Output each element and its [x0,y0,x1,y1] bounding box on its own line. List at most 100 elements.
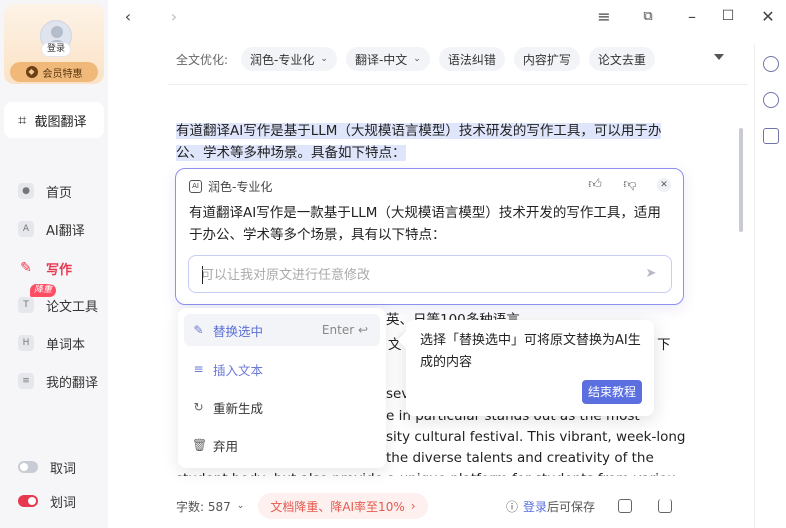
sidebar-item-label: 写作 [46,262,73,278]
toggle-word-pick[interactable]: 取词 [18,457,76,477]
promo-text: 文档降重、降AI率至10% [270,499,405,514]
optimize-toolbar: 全文优化: 润色-专业化 ⌄ 翻译-中文 ⌄ 语法纠错 内容扩写 论文去重 [176,46,655,72]
sidebar-item-label: AI翻译 [46,223,85,239]
popup-mode-label: 润色-专业化 [208,180,273,194]
maximize-button[interactable]: ☐ [718,6,738,26]
toggle-label: 划词 [50,495,77,511]
chip-polish-professional[interactable]: 润色-专业化 ⌄ [241,47,337,71]
chevron-right-icon: › [170,6,178,26]
doc-fragment: student body, but also provide a unique … [176,468,676,476]
sidebar-item-ai-translate[interactable]: A AI翻译 [18,219,85,239]
avatar-head-shape [51,26,63,38]
user-card[interactable]: 登录 ◆ 会员特惠 [4,4,104,84]
replace-icon: ✎ [193,323,204,337]
chevron-down-icon: ⌄ [413,54,421,64]
thumbs-up-icon[interactable]: 👍︎ [587,177,603,193]
back-button[interactable]: ‹ [118,6,138,26]
sidebar-item-label: 论文工具 [46,299,99,315]
close-window-button[interactable]: ✕ [758,6,778,26]
login-button[interactable]: 登录 [41,42,71,57]
menu-button[interactable]: ≡ [594,6,614,26]
toolbar-divider [168,84,748,85]
screenshot-translate-button[interactable]: ⌗ 截图翻译 [4,102,104,138]
crop-icon: ⌗ [18,111,27,129]
ai-suggestion-popup: AI 润色-专业化 👍︎ 👎︎ ✕ 有道翻译AI写作是一款基于LLM（大规模语言… [175,168,684,305]
save-hint-text: 后可保存 [547,499,596,514]
dedup-promo-button[interactable]: 文档降重、降AI率至10% › [258,493,428,519]
new-document-icon[interactable] [763,56,779,72]
toggle-selection-translate[interactable]: 划词 [18,491,76,511]
minimize-button[interactable]: – [682,6,702,26]
app-window: 登录 ◆ 会员特惠 ⌗ 截图翻译 ● 首页 A AI翻译 ✎ 写作 降重 T 论… [0,0,786,528]
chevron-left-icon: ‹ [124,6,132,26]
send-icon[interactable]: ➤ [643,266,659,282]
word-pick-switch[interactable] [18,461,38,473]
maximize-icon: ☐ [721,8,735,24]
menu-item-label: 重新生成 [213,400,264,416]
regenerate-icon: ↻ [193,400,204,414]
right-rail [754,44,786,528]
sidebar-item-thesis-tools[interactable]: T 论文工具 [18,295,98,315]
end-tutorial-button[interactable]: 结束教程 [582,380,642,404]
chip-label: 翻译-中文 [354,52,408,67]
insert-icon: ≡ [193,362,204,376]
menu-item-label: 替换选中 [213,323,264,339]
mini-mode-button[interactable]: ⧉ [638,6,658,26]
instruction-input-box[interactable]: ➤ [188,255,672,293]
enter-shortcut: Enter ↩ [321,323,368,337]
sidebar-item-my-translations[interactable]: ≡ 我的翻译 [18,371,98,391]
wordbook-icon: H [18,335,34,351]
chip-content-expand[interactable]: 内容扩写 [513,47,580,71]
chip-label: 润色-专业化 [250,52,315,67]
thumbs-down-icon[interactable]: 👎︎ [622,177,638,193]
forward-button[interactable]: › [164,6,184,26]
tutorial-tooltip: 选择「替换选中」可将原文替换为AI生成的内容 结束教程 [406,320,654,416]
share-icon[interactable] [658,499,672,513]
popup-result-text: 有道翻译AI写作是一款基于LLM（大规模语言模型）技术开发的写作工具，适用于办公… [189,205,661,243]
chip-translate-chinese[interactable]: 翻译-中文 ⌄ [345,47,430,71]
chip-label: 语法纠错 [447,52,496,67]
word-count: 字数: 587 [176,499,231,514]
chip-paper-dedup[interactable]: 论文去重 [588,47,655,71]
menu-item-label: 插入文本 [213,362,264,378]
sidebar-item-home[interactable]: ● 首页 [18,181,72,201]
chevron-down-icon: ⌄ [320,54,328,64]
toggle-label: 取词 [50,461,77,477]
toolbar-more-icon[interactable] [714,54,724,60]
menu-item-regenerate[interactable]: ↻ 重新生成 [184,391,380,423]
sidebar-item-label: 单词本 [46,337,86,353]
selection-translate-switch[interactable] [18,495,38,507]
vip-offer-button[interactable]: ◆ 会员特惠 [10,62,98,82]
sidebar-item-label: 我的翻译 [46,375,99,391]
login-link[interactable]: 登录 [523,498,547,515]
document-editor[interactable]: 有道翻译AI写作是基于LLM（大规模语言模型）技术研发的写作工具，可以用于办公、… [176,120,676,164]
sidebar-item-writing[interactable]: ✎ 写作 [18,258,72,278]
close-popup-button[interactable]: ✕ [657,178,671,192]
history-icon[interactable] [763,92,779,108]
sidebar-item-wordbook[interactable]: H 单词本 [18,333,85,353]
my-translation-icon: ≡ [18,373,34,389]
menu-item-replace-selection[interactable]: ✎ 替换选中 Enter ↩ [184,314,380,346]
pen-icon: ✎ [20,260,32,276]
ai-icon: AI [189,180,202,193]
info-icon: ⓘ [506,499,519,514]
hamburger-icon: ≡ [597,6,611,26]
restore-window-icon: ⧉ [643,8,653,24]
scrollbar-thumb[interactable] [739,128,743,232]
optimize-label: 全文优化: [176,52,229,67]
instruction-input[interactable] [201,265,621,285]
chip-grammar-fix[interactable]: 语法纠错 [438,47,505,71]
tooltip-text: 选择「替换选中」可将原文替换为AI生成的内容 [420,333,641,370]
selected-text[interactable]: 有道翻译AI写作是基于LLM（大规模语言模型）技术研发的写作工具，可以用于办公、… [176,123,662,161]
trash-icon: 🗑︎ [192,438,208,452]
vip-icon: ◆ [25,66,38,78]
export-icon[interactable] [763,128,779,144]
doc-fragment: sity cultural festival. This vibrant, we… [386,429,686,445]
word-count-dropdown[interactable]: 字数: 587 ⌄ [176,498,244,515]
chevron-down-icon: ⌄ [236,501,245,511]
close-icon: ✕ [660,180,668,190]
status-bar: 字数: 587 ⌄ 文档降重、降AI率至10% › ⓘ 登录 后可保存 [176,492,736,520]
copy-icon[interactable] [618,499,632,513]
menu-item-insert-text[interactable]: ≡ 插入文本 [184,353,380,385]
menu-item-discard[interactable]: 🗑︎ 弃用 [184,429,380,461]
